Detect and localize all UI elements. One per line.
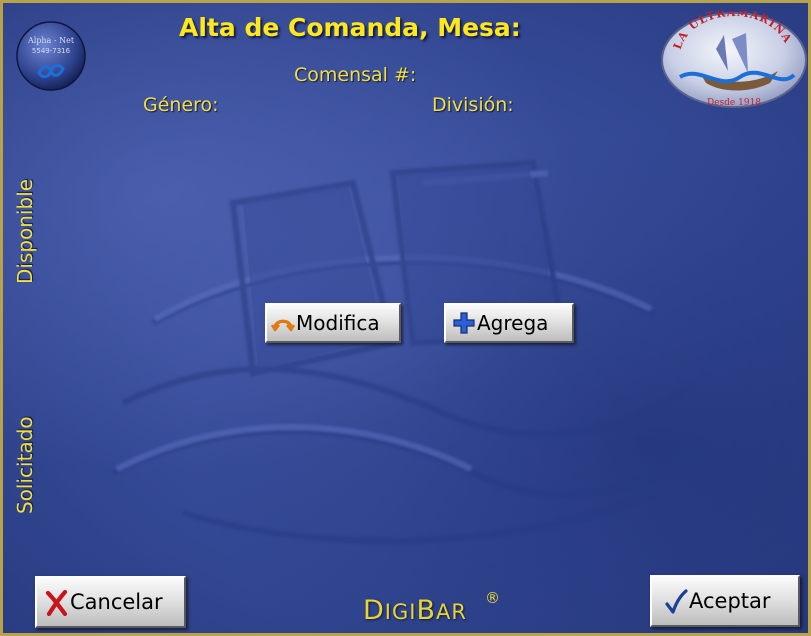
svg-text:Desde 1918: Desde 1918 [707,98,761,108]
check-mark-icon [664,589,688,614]
comanda-window: Alpha - Net 5549-7316 Alta de Comanda, M… [0,0,811,636]
genero-label: Género: [143,94,219,116]
modifica-label: Modifica [296,311,380,335]
plus-icon [452,311,476,335]
cancelar-button[interactable]: Cancelar [35,576,186,628]
digibar-brand: DIGIBAR [363,595,467,626]
solicitado-label: Solicitado [13,416,37,514]
svg-text:Alpha - Net: Alpha - Net [27,36,75,45]
registered-mark: ® [485,589,500,607]
agrega-label: Agrega [477,311,549,335]
disponible-label: Disponible [13,178,37,284]
division-label: División: [432,94,514,116]
ultramarina-logo: LA ULTRAMARINA Desde 1918 [661,11,807,108]
undo-arc-icon [271,311,295,335]
x-mark-icon [45,590,69,616]
modifica-button[interactable]: Modifica [265,303,401,343]
page-title: Alta de Comanda, Mesa: [179,13,521,42]
ship-watermark [111,159,706,544]
comensal-label: Comensal #: [294,64,417,86]
cancelar-label: Cancelar [70,590,163,614]
aceptar-label: Aceptar [689,589,771,613]
aceptar-button[interactable]: Aceptar [650,575,800,627]
svg-text:5549-7316: 5549-7316 [32,47,71,55]
agrega-button[interactable]: Agrega [444,303,574,343]
alphanet-logo: Alpha - Net 5549-7316 [16,21,86,91]
